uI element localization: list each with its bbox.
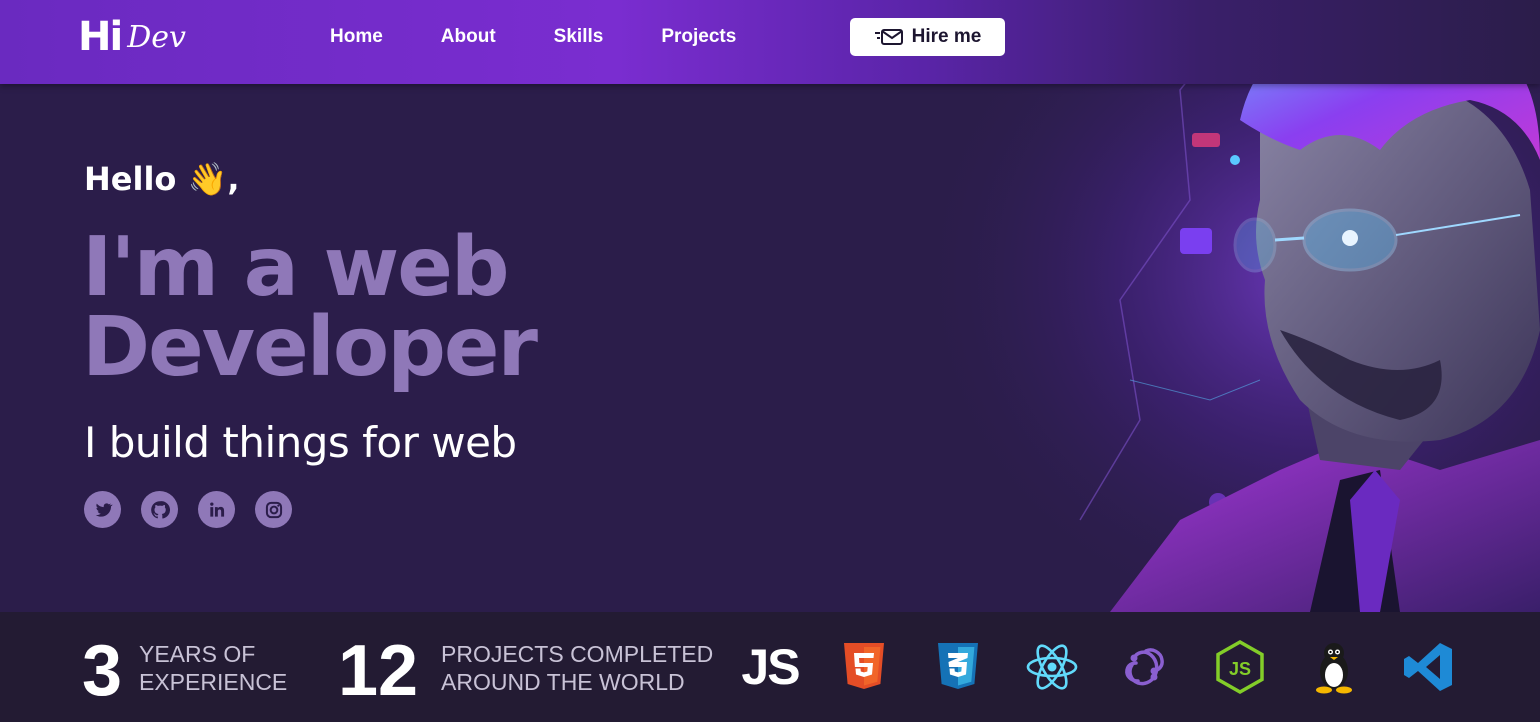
github-icon[interactable] [141,491,178,528]
hero-headline: I'm a web Developer [82,227,782,389]
main-nav: Home About Skills Projects [330,26,794,48]
projects-label-line-1: PROJECTS COMPLETED [441,641,714,667]
headline-line-2: Developer [82,300,538,395]
top-navbar: Hi Dev Home About Skills Projects Hire m… [0,0,1540,84]
instagram-icon[interactable] [255,491,292,528]
nav-link-skills[interactable]: Skills [554,26,604,48]
site-logo[interactable]: Hi Dev [78,14,186,60]
javascript-label: JS [741,639,800,695]
nodejs-icon: JS [1210,639,1270,695]
react-icon [1022,639,1082,695]
greeting-text: Hello 👋, [84,160,240,198]
svg-text:JS: JS [1229,659,1251,679]
projects-completed-value: 12 [338,631,419,711]
twitter-icon[interactable] [84,491,121,528]
nav-link-about[interactable]: About [441,26,496,48]
linux-icon [1304,639,1364,695]
hire-me-button[interactable]: Hire me [850,18,1005,56]
logo-dev-text: Dev [127,19,186,55]
html5-icon [834,639,894,695]
vscode-icon [1398,639,1458,695]
years-experience-value: 3 [82,631,123,711]
linkedin-icon[interactable] [198,491,235,528]
javascript-icon: JS [740,639,800,695]
mail-icon [874,29,903,45]
years-experience-label: YEARS OF EXPERIENCE [139,640,287,696]
hero-tagline: I build things for web [84,418,517,467]
redux-icon [1116,639,1176,695]
years-label-line-1: YEARS OF [139,641,256,667]
hire-me-label: Hire me [911,26,982,47]
logo-mark: Hi [78,14,123,60]
social-links [84,491,292,528]
css3-icon [928,639,988,695]
stats-bar: 3 YEARS OF EXPERIENCE 12 PROJECTS COMPLE… [0,612,1540,722]
developer-portrait-illustration [880,0,1540,612]
projects-label-line-2: AROUND THE WORLD [441,669,685,695]
nav-link-projects[interactable]: Projects [661,26,736,48]
projects-completed-label: PROJECTS COMPLETED AROUND THE WORLD [441,640,713,696]
nav-link-home[interactable]: Home [330,26,383,48]
years-label-line-2: EXPERIENCE [139,669,288,695]
